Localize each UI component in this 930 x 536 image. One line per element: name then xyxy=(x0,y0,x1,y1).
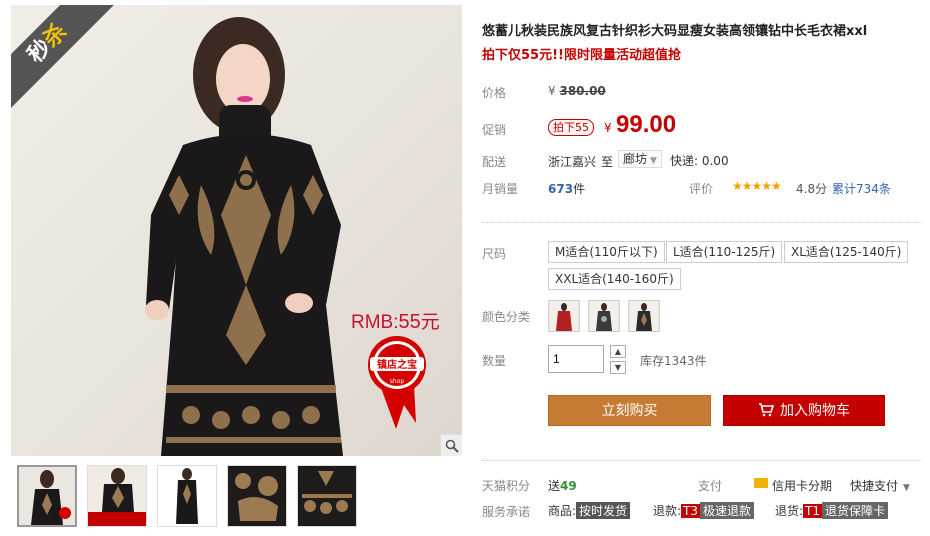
chevron-down-icon: ▼ xyxy=(650,156,657,166)
seal-sub: shop xyxy=(390,378,405,385)
review-count-link[interactable]: 累计734条 xyxy=(832,180,891,197)
service-promise-label: 服务承诺 xyxy=(482,505,531,519)
model-photo xyxy=(145,17,343,456)
promise-return: 退货: T1 退货保障卡 xyxy=(775,502,889,519)
thumbnail-2[interactable] xyxy=(87,465,147,527)
rating-stars: ★★★★★ xyxy=(732,179,782,193)
size-option-xl[interactable]: XL适合(125-140斤) xyxy=(784,241,909,263)
quantity-label: 数量 xyxy=(482,354,507,368)
product-title: 悠蓄儿秋装民族风复古针织衫大码显瘦女装高领镶钻中长毛衣裙xxl xyxy=(482,24,868,39)
cart-icon xyxy=(759,403,775,417)
color-swatch-red[interactable] xyxy=(548,300,580,332)
promise-goods: 商品: 按时发货 xyxy=(548,502,631,519)
buy-now-button[interactable]: 立刻购买 xyxy=(548,395,711,426)
current-price: 99.00 xyxy=(616,111,677,138)
thumbnail-4[interactable] xyxy=(227,465,287,527)
shipping-label: 配送 xyxy=(482,155,507,169)
thumbnail-3[interactable] xyxy=(157,465,217,527)
currency-symbol: ¥ xyxy=(604,121,612,135)
express-fee: 快递: 0.00 xyxy=(670,154,729,168)
quantity-increase-button[interactable]: ▲ xyxy=(610,345,626,358)
monthly-sales: 673件 xyxy=(548,182,586,196)
price-label: 价格 xyxy=(482,86,507,100)
stock-count: 库存1343件 xyxy=(640,354,707,368)
promo-label: 促销 xyxy=(482,123,507,137)
sales-label: 月销量 xyxy=(482,182,519,196)
divider xyxy=(482,460,922,461)
product-subtitle: 拍下仅55元!!限时限量活动超值抢 xyxy=(482,48,681,63)
quick-pay-dropdown[interactable]: 快捷支付 ▼ xyxy=(850,477,910,494)
size-option-l[interactable]: L适合(110-125斤) xyxy=(666,241,783,263)
credit-installment[interactable]: 信用卡分期 xyxy=(772,477,832,494)
thumbnail-1[interactable] xyxy=(17,465,77,527)
chevron-down-icon: ▼ xyxy=(903,483,910,493)
size-label: 尺码 xyxy=(482,247,507,261)
zoom-button[interactable] xyxy=(440,434,462,456)
rating-label: 评价 xyxy=(689,182,714,196)
add-to-cart-button[interactable]: 加入购物车 xyxy=(723,395,885,426)
color-swatch-black[interactable] xyxy=(628,300,660,332)
magnifier-icon xyxy=(445,439,459,453)
color-swatch-gray[interactable] xyxy=(588,300,620,332)
destination-select[interactable]: 廊坊 ▼ xyxy=(618,150,662,168)
thumbnail-strip xyxy=(17,465,357,527)
points-value: 送49 xyxy=(548,479,577,493)
product-page: 秒杀 RMB:55元 镇店之宝 shop 悠蓄儿秋装民族风复古针织衫大码显瘦女装… xyxy=(0,0,930,536)
flash-sale-ribbon: 秒杀 xyxy=(11,5,115,111)
store-treasure-seal: 镇店之宝 shop xyxy=(368,336,426,429)
quantity-input[interactable] xyxy=(548,345,604,373)
size-option-m[interactable]: M适合(110斤以下) xyxy=(548,241,665,263)
promo-tag: 拍下55 xyxy=(548,119,594,136)
quantity-decrease-button[interactable]: ▼ xyxy=(610,361,626,374)
seal-text: 镇店之宝 xyxy=(377,358,417,371)
rating-score: 4.8分 xyxy=(796,182,828,196)
main-product-image[interactable]: 秒杀 RMB:55元 镇店之宝 shop xyxy=(11,5,462,456)
thumbnail-5[interactable] xyxy=(297,465,357,527)
ship-from: 浙江嘉兴 xyxy=(548,155,597,169)
points-label: 天猫积分 xyxy=(482,479,531,493)
credit-card-icon xyxy=(754,478,768,488)
payment-label: 支付 xyxy=(698,479,723,493)
promise-refund: 退款: T3 极速退款 xyxy=(653,502,755,519)
divider xyxy=(482,222,922,223)
price-overlay: RMB:55元 xyxy=(351,311,440,333)
original-price: ¥ 380.00 xyxy=(548,84,606,98)
size-option-xxl[interactable]: XXL适合(140-160斤) xyxy=(548,268,681,290)
ship-to-word: 至 xyxy=(601,155,614,169)
color-label: 颜色分类 xyxy=(482,310,531,324)
